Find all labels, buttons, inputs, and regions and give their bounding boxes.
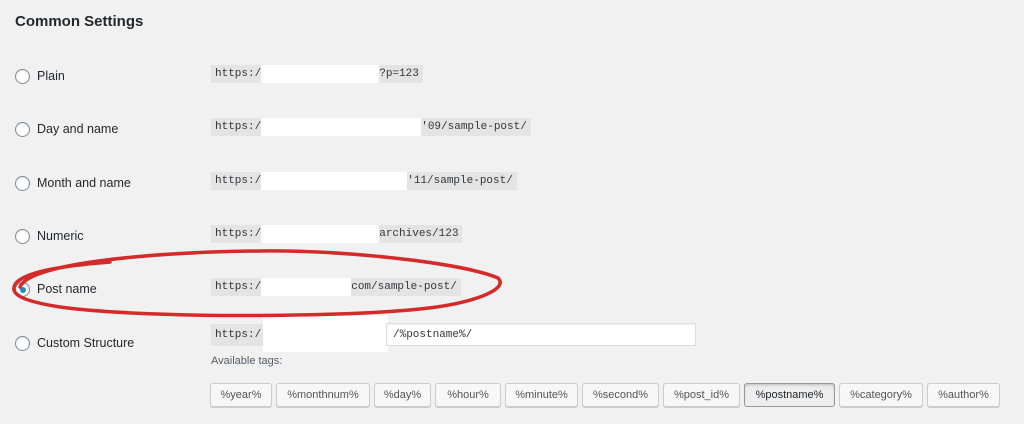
option-label-numeric[interactable]: Numeric <box>37 229 84 243</box>
permalink-example-plain: https:/?p=123 <box>211 65 423 83</box>
tag-button-day[interactable]: %day% <box>374 383 431 407</box>
option-row-plain: Plain https:/?p=123 <box>0 65 1024 89</box>
tag-button-category[interactable]: %category% <box>839 383 923 407</box>
custom-structure-input[interactable] <box>386 323 696 346</box>
permalink-example-numeric: https:/archives/123 <box>211 225 463 243</box>
section-title: Common Settings <box>15 13 144 30</box>
option-row-numeric: Numeric https:/archives/123 <box>0 225 1024 249</box>
redacted-domain <box>261 118 422 136</box>
tag-button-post-id[interactable]: %post_id% <box>663 383 740 407</box>
redacted-domain <box>261 172 408 190</box>
custom-structure-prefix: https:/ <box>211 324 266 346</box>
tag-button-second[interactable]: %second% <box>582 383 659 407</box>
option-label-post-name[interactable]: Post name <box>37 282 97 296</box>
tag-button-postname[interactable]: %postname% <box>744 383 835 407</box>
tag-button-monthnum[interactable]: %monthnum% <box>276 383 370 407</box>
tag-button-author[interactable]: %author% <box>927 383 1000 407</box>
radio-plain[interactable] <box>15 69 30 84</box>
permalink-example-month-and-name: https:/'11/sample-post/ <box>211 172 517 190</box>
tag-button-hour[interactable]: %hour% <box>435 383 501 407</box>
tag-button-minute[interactable]: %minute% <box>505 383 578 407</box>
tag-button-year[interactable]: %year% <box>210 383 272 407</box>
option-label-day-and-name[interactable]: Day and name <box>37 122 118 136</box>
redacted-domain <box>261 65 380 83</box>
option-row-month-and-name: Month and name https:/'11/sample-post/ <box>0 172 1024 196</box>
redacted-domain <box>261 225 380 243</box>
radio-month-and-name[interactable] <box>15 176 30 191</box>
radio-custom-structure[interactable] <box>15 336 30 351</box>
redacted-domain <box>261 278 352 296</box>
option-label-month-and-name[interactable]: Month and name <box>37 176 131 190</box>
radio-numeric[interactable] <box>15 229 30 244</box>
permalink-example-day-and-name: https:/'09/sample-post/ <box>211 118 531 136</box>
option-label-custom-structure[interactable]: Custom Structure <box>37 336 134 350</box>
redacted-domain <box>263 316 388 352</box>
permalink-settings-page: Common Settings Plain https:/?p=123 Day … <box>0 0 1024 424</box>
red-ellipse-annotation <box>12 249 502 318</box>
radio-post-name[interactable] <box>15 282 30 297</box>
radio-day-and-name[interactable] <box>15 122 30 137</box>
option-row-day-and-name: Day and name https:/'09/sample-post/ <box>0 118 1024 142</box>
available-tags-label: Available tags: <box>211 355 283 367</box>
permalink-example-post-name: https:/com/sample-post/ <box>211 278 461 296</box>
option-label-plain[interactable]: Plain <box>37 69 65 83</box>
option-row-post-name: Post name https:/com/sample-post/ <box>0 278 1024 302</box>
